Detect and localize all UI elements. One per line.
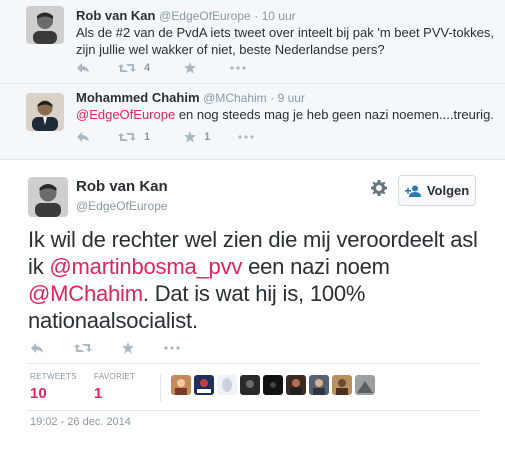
- reply-icon: [77, 63, 89, 73]
- tweet-timestamp[interactable]: 19:02 - 26 dec. 2014: [30, 416, 131, 428]
- tweet-text: Als de #2 van de PvdA iets tweet over in…: [76, 25, 494, 57]
- retweet-icon: [118, 133, 136, 141]
- avatar[interactable]: [26, 6, 64, 44]
- tweet-text-body: en nog steeds mag je heb geen nazi noeme…: [175, 107, 494, 122]
- favorite-button[interactable]: [184, 62, 197, 74]
- mention-link[interactable]: @martinbosma_pvv: [49, 254, 242, 279]
- author-handle[interactable]: @EdgeOfEurope: [76, 199, 168, 213]
- tweet-stats: RETWEETS 10 FAVORIET 1: [28, 363, 480, 411]
- author-name[interactable]: Mohammed Chahim: [76, 90, 200, 105]
- reply-icon: [77, 132, 89, 142]
- favoriter-avatar[interactable]: [171, 375, 191, 395]
- reply-button[interactable]: [76, 62, 90, 74]
- tweet-time[interactable]: · 10 uur: [254, 9, 295, 23]
- permalink-tweet: Rob van Kan @EdgeOfEurope Volgen Ik wil …: [0, 160, 505, 451]
- author-handle[interactable]: @MChahim: [203, 91, 267, 105]
- more-button[interactable]: [230, 66, 246, 70]
- retweet-icon: [118, 64, 136, 72]
- author-name[interactable]: Rob van Kan: [76, 8, 155, 23]
- retweet-count: 4: [144, 62, 151, 74]
- tweet-text-part: een nazi noem: [242, 254, 390, 279]
- favorites-stat[interactable]: FAVORIET 1: [94, 372, 135, 402]
- favorite-count: 1: [204, 131, 211, 143]
- retweet-button[interactable]: [74, 342, 92, 354]
- more-icon: [238, 135, 254, 139]
- favoriter-avatar[interactable]: [309, 375, 329, 395]
- favoriter-avatar[interactable]: [194, 375, 214, 395]
- tweet-text: @EdgeOfEurope en nog steeds mag je heb g…: [76, 106, 496, 123]
- more-icon: [230, 66, 246, 70]
- tweet-actions: 1 1: [76, 131, 282, 143]
- avatar[interactable]: [26, 93, 64, 131]
- favorites-value: 1: [94, 385, 103, 402]
- retweets-label: RETWEETS: [30, 372, 77, 381]
- favoriter-avatar[interactable]: [355, 375, 375, 395]
- star-icon: [184, 62, 197, 74]
- retweet-button[interactable]: 4: [118, 62, 150, 74]
- reply-button[interactable]: [30, 342, 44, 354]
- retweet-icon: [74, 344, 92, 352]
- tweet-actions: 4: [76, 62, 274, 74]
- retweet-count: 1: [144, 131, 151, 143]
- favoriter-avatar[interactable]: [240, 375, 260, 395]
- reply-icon: [31, 343, 43, 353]
- tweet-header: Mohammed Chahim @MChahim · 9 uur: [76, 90, 305, 105]
- author-handle[interactable]: @EdgeOfEurope: [159, 9, 251, 23]
- retweets-stat[interactable]: RETWEETS 10: [30, 372, 77, 402]
- context-tweet-1: Rob van Kan @EdgeOfEurope · 10 uur Als d…: [0, 0, 505, 84]
- favorites-label: FAVORIET: [94, 372, 136, 381]
- follow-button[interactable]: Volgen: [398, 175, 476, 206]
- favoriter-avatar[interactable]: [263, 375, 283, 395]
- favorite-button[interactable]: 1: [184, 131, 210, 143]
- star-icon: [184, 131, 197, 143]
- more-icon: [164, 346, 180, 350]
- add-user-icon: [404, 185, 421, 197]
- follow-label: Volgen: [426, 183, 470, 198]
- mention-link[interactable]: @MChahim: [28, 281, 143, 306]
- context-tweet-2: Mohammed Chahim @MChahim · 9 uur @EdgeOf…: [0, 84, 505, 150]
- star-icon: [122, 342, 134, 354]
- favoriter-avatar[interactable]: [332, 375, 352, 395]
- favoriter-avatar[interactable]: [217, 375, 237, 395]
- settings-button[interactable]: [371, 180, 387, 201]
- reply-button[interactable]: [76, 131, 90, 143]
- tweet-text: Ik wil de rechter wel zien die mij veroo…: [28, 226, 498, 334]
- avatar[interactable]: [28, 177, 68, 217]
- stats-divider: [160, 374, 161, 402]
- divider: [0, 150, 505, 160]
- retweet-button[interactable]: 1: [118, 131, 150, 143]
- favorite-button[interactable]: [122, 342, 134, 354]
- favoriter-avatars: [171, 375, 378, 395]
- tweet-actions: [30, 342, 210, 354]
- more-button[interactable]: [238, 135, 254, 139]
- mention-link[interactable]: @EdgeOfEurope: [76, 107, 175, 122]
- retweets-value: 10: [30, 385, 47, 402]
- more-button[interactable]: [164, 346, 180, 350]
- tweet-header: Rob van Kan @EdgeOfEurope · 10 uur: [76, 8, 296, 23]
- gear-icon: [371, 180, 387, 196]
- tweet-time[interactable]: · 9 uur: [270, 91, 305, 105]
- author-name[interactable]: Rob van Kan: [76, 178, 168, 195]
- favoriter-avatar[interactable]: [286, 375, 306, 395]
